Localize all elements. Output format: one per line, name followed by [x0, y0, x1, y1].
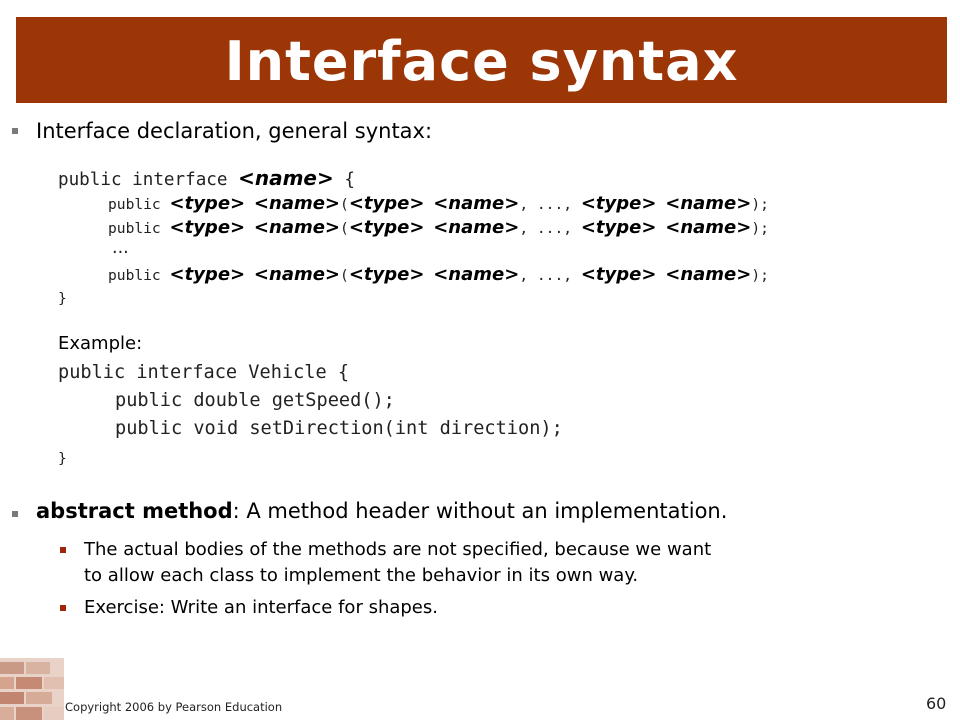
placeholder-name: <name>: [238, 166, 334, 190]
placeholder-name: <name>: [665, 217, 752, 238]
code-text: );: [751, 267, 769, 284]
code-text: );: [751, 196, 769, 213]
placeholder-type: <type>: [580, 193, 657, 214]
footer-copyright: Copyright 2006 by Pearson Education: [65, 700, 283, 714]
code-text: , ...,: [519, 267, 581, 284]
sub-bullet-marker: [60, 605, 66, 611]
placeholder-type: <type>: [348, 264, 425, 285]
placeholder-name: <name>: [253, 193, 341, 214]
example-label: Example:: [58, 333, 143, 354]
placeholder-type: <type>: [169, 193, 246, 214]
term-abstract-method: abstract method: [36, 499, 233, 523]
code-text: public: [108, 267, 170, 284]
syntax-line-interface: public interface <name> {: [58, 166, 355, 190]
syntax-close-brace: }: [58, 290, 67, 307]
code-text: (: [340, 267, 349, 284]
page-number: 60: [926, 694, 947, 713]
placeholder-type: <type>: [580, 264, 657, 285]
sub-bullet-bodies-line-2: to allow each class to implement the beh…: [84, 565, 639, 586]
brick-decoration: [0, 658, 64, 720]
code-text: , ...,: [519, 220, 581, 237]
code-text: {: [333, 170, 355, 190]
example-line-4: }: [58, 450, 67, 467]
example-line-3: public void setDirection(int direction);: [115, 418, 563, 439]
placeholder-name: <name>: [433, 264, 520, 285]
placeholder-name: <name>: [253, 217, 341, 238]
code-text: (: [340, 220, 349, 237]
placeholder-name: <name>: [253, 264, 341, 285]
bullet-abstract-text: : A method header without an implementat…: [232, 499, 728, 523]
example-line-1: public interface Vehicle {: [58, 362, 350, 383]
bullet-marker: [12, 511, 18, 517]
syntax-ellipsis: ...: [112, 238, 129, 258]
placeholder-type: <type>: [169, 264, 246, 285]
code-text: public: [108, 220, 170, 237]
code-text: );: [751, 220, 769, 237]
code-text: public: [108, 196, 170, 213]
placeholder-type: <type>: [580, 217, 657, 238]
placeholder-type: <type>: [348, 217, 425, 238]
code-text: public interface: [58, 170, 239, 190]
bullet-abstract-method: abstract method: A method header without…: [36, 499, 727, 523]
placeholder-name: <name>: [665, 193, 752, 214]
slide-title: Interface syntax: [224, 29, 739, 93]
sub-bullet-bodies-line-1: The actual bodies of the methods are not…: [84, 539, 712, 560]
placeholder-type: <type>: [348, 193, 425, 214]
bullet-marker: [12, 128, 18, 134]
bullet-declaration-syntax: Interface declaration, general syntax:: [36, 119, 433, 143]
example-line-2: public double getSpeed();: [115, 390, 395, 411]
code-text: (: [340, 196, 349, 213]
sub-bullet-exercise: Exercise: Write an interface for shapes.: [84, 597, 438, 618]
placeholder-type: <type>: [169, 217, 246, 238]
placeholder-name: <name>: [665, 264, 752, 285]
placeholder-name: <name>: [433, 193, 520, 214]
sub-bullet-marker: [60, 547, 66, 553]
syntax-method-line: public <type> <name>(<type> <name>, ...,…: [108, 217, 769, 238]
title-bar: Interface syntax: [16, 17, 947, 103]
placeholder-name: <name>: [433, 217, 520, 238]
code-text: , ...,: [519, 196, 581, 213]
syntax-method-line: public <type> <name>(<type> <name>, ...,…: [108, 193, 769, 214]
syntax-method-line: public <type> <name>(<type> <name>, ...,…: [108, 264, 769, 285]
